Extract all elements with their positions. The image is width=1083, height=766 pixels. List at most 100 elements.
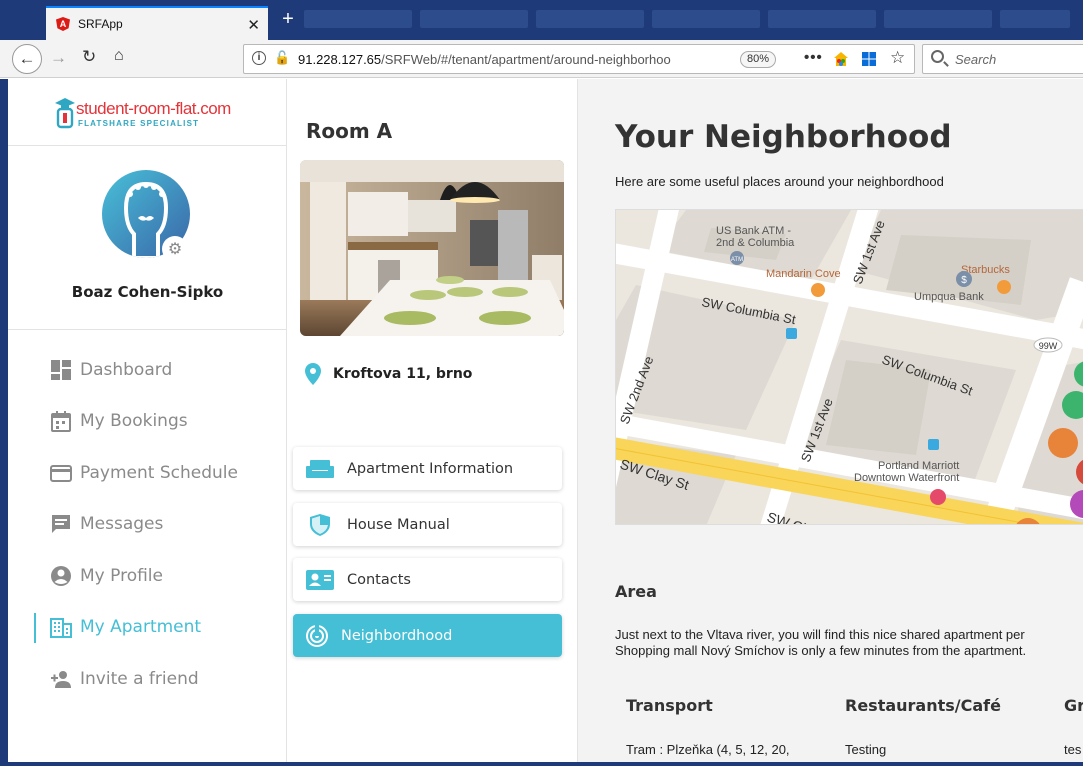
background-tab[interactable] bbox=[1000, 10, 1070, 28]
transport-value: Tram : Plzeňka (4, 5, 12, 20, bbox=[626, 742, 790, 757]
background-tab[interactable] bbox=[768, 10, 876, 28]
card-label: House Manual bbox=[347, 516, 450, 533]
search-placeholder: Search bbox=[955, 52, 997, 67]
page-title: Your Neighborhood bbox=[615, 119, 952, 155]
shield-icon bbox=[305, 513, 335, 537]
area-description: Just next to the Vltava river, you will … bbox=[615, 627, 1083, 659]
sidebar-item-label: Payment Schedule bbox=[80, 462, 238, 483]
transport-header: Transport bbox=[626, 696, 713, 715]
area-text-line: Shopping mall Nový Smíchov is only a few… bbox=[615, 643, 1027, 658]
neighborhood-map[interactable]: SW Columbia St SW Columbia St SW 2nd Ave… bbox=[615, 209, 1083, 525]
sidebar-item-label: My Bookings bbox=[80, 411, 188, 432]
background-tab[interactable] bbox=[536, 10, 644, 28]
sidebar-item-label: My Profile bbox=[80, 565, 163, 586]
window-border bbox=[0, 762, 1083, 766]
apartment-information-button[interactable]: Apartment Information bbox=[293, 447, 562, 490]
map-label: US Bank ATM - bbox=[716, 225, 791, 237]
forward-icon[interactable]: → bbox=[50, 48, 67, 68]
apartment-address: Kroftova 11, brno bbox=[305, 363, 472, 385]
brand-name: student-room-flat.com bbox=[76, 99, 231, 118]
sidebar-item-my-apartment[interactable]: My Apartment bbox=[8, 602, 286, 654]
extension-icon[interactable] bbox=[833, 51, 849, 67]
building-icon bbox=[50, 616, 72, 639]
bookmark-star-icon[interactable]: ☆ bbox=[890, 48, 905, 68]
sidebar-menu: Dashboard My Bookings Payment Schedule M… bbox=[8, 330, 286, 705]
info-icon[interactable]: i bbox=[252, 51, 266, 65]
sidebar-item-label: Invite a friend bbox=[80, 668, 199, 689]
room-title: Room A bbox=[306, 119, 393, 143]
close-tab-icon[interactable]: ✕ bbox=[247, 16, 260, 34]
profile-section: ⚙ Boaz Cohen-Sipko bbox=[8, 146, 286, 330]
background-tab[interactable] bbox=[420, 10, 528, 28]
card-label: Neighbordhood bbox=[341, 627, 453, 644]
sidebar-item-label: My Apartment bbox=[80, 617, 202, 638]
contacts-button[interactable]: Contacts bbox=[293, 558, 562, 601]
map-label: 2nd & Columbia bbox=[716, 237, 795, 249]
map-label: Mandarin Cove bbox=[766, 268, 841, 280]
credit-card-icon bbox=[50, 462, 72, 484]
search-icon bbox=[931, 50, 944, 63]
map-label: Downtown Waterfront bbox=[854, 472, 959, 484]
sofa-icon bbox=[305, 457, 335, 481]
sidebar-item-payment-schedule[interactable]: Payment Schedule bbox=[8, 447, 286, 499]
neighborhood-button[interactable]: Neighbordhood bbox=[293, 614, 562, 657]
insecure-lock-icon[interactable]: 🔓 bbox=[274, 50, 290, 66]
logo[interactable]: student-room-flat.com FLATSHARE SPECIALI… bbox=[8, 79, 286, 146]
user-icon bbox=[50, 565, 72, 587]
house-manual-button[interactable]: House Manual bbox=[293, 503, 562, 546]
settings-gear-icon[interactable]: ⚙ bbox=[162, 236, 188, 262]
dashboard-icon bbox=[50, 359, 72, 381]
area-text-line: Just next to the Vltava river, you will … bbox=[615, 627, 1025, 642]
window-border bbox=[0, 79, 8, 766]
card-label: Contacts bbox=[347, 571, 411, 588]
svg-text:$: $ bbox=[961, 275, 967, 286]
background-tab[interactable] bbox=[884, 10, 992, 28]
restaurants-header: Restaurants/Café bbox=[845, 696, 1001, 715]
browser-navbar: ← → ↻ ⌂ i 🔓 91.228.127.65/SRFWeb/#/tenan… bbox=[0, 40, 1083, 78]
background-tab[interactable] bbox=[652, 10, 760, 28]
apartment-panel: Room A Kroftova 11, brno Apartment Infor… bbox=[287, 79, 578, 762]
groceries-value: tes bbox=[1064, 742, 1082, 757]
tab-title: SRFApp bbox=[78, 17, 123, 31]
message-icon bbox=[50, 513, 72, 535]
room-photo[interactable] bbox=[300, 160, 564, 336]
sidebar-item-label: Dashboard bbox=[80, 359, 173, 380]
svg-text:ATM: ATM bbox=[731, 257, 743, 263]
calendar-icon bbox=[50, 410, 72, 433]
radar-icon bbox=[305, 624, 329, 648]
contact-card-icon bbox=[305, 568, 335, 592]
sidebar-item-invite-friend[interactable]: Invite a friend bbox=[8, 653, 286, 705]
windows-icon[interactable] bbox=[861, 51, 877, 67]
new-tab-icon[interactable]: + bbox=[278, 9, 298, 29]
groceries-header: Gr bbox=[1064, 696, 1083, 715]
app-root: student-room-flat.com FLATSHARE SPECIALI… bbox=[0, 79, 1083, 766]
url-text[interactable]: 91.228.127.65/SRFWeb/#/tenant/apartment/… bbox=[298, 52, 708, 67]
sidebar-item-messages[interactable]: Messages bbox=[8, 499, 286, 551]
zoom-badge[interactable]: 80% bbox=[740, 51, 777, 68]
brand-tagline: FLATSHARE SPECIALIST bbox=[78, 119, 200, 128]
reload-icon[interactable]: ↻ bbox=[82, 47, 96, 67]
browser-search-input[interactable]: Search bbox=[922, 44, 1083, 74]
student-logo-icon bbox=[55, 98, 75, 129]
background-tab[interactable] bbox=[304, 10, 412, 28]
svg-text:99W: 99W bbox=[1039, 341, 1058, 351]
address-bar[interactable]: i 🔓 91.228.127.65/SRFWeb/#/tenant/apartm… bbox=[243, 44, 915, 74]
sidebar: student-room-flat.com FLATSHARE SPECIALI… bbox=[8, 79, 287, 762]
home-icon[interactable]: ⌂ bbox=[114, 47, 124, 65]
browser-tab[interactable]: A SRFApp ✕ bbox=[46, 6, 268, 40]
restaurants-value: Testing bbox=[845, 742, 887, 757]
page-subtitle: Here are some useful places around your … bbox=[615, 174, 944, 189]
map-label: Umpqua Bank bbox=[914, 291, 984, 303]
card-label: Apartment Information bbox=[347, 460, 514, 477]
sidebar-item-my-profile[interactable]: My Profile bbox=[8, 550, 286, 602]
add-person-icon bbox=[50, 668, 72, 690]
map-label: Portland Marriott bbox=[878, 460, 959, 472]
sidebar-item-my-bookings[interactable]: My Bookings bbox=[8, 396, 286, 448]
browser-titlebar: A SRFApp ✕ + bbox=[0, 0, 1083, 40]
address-text: Kroftova 11, brno bbox=[333, 366, 473, 382]
sidebar-item-dashboard[interactable]: Dashboard bbox=[8, 344, 286, 396]
location-pin-icon bbox=[305, 363, 321, 385]
main-content: Your Neighborhood Here are some useful p… bbox=[578, 79, 1083, 762]
page-actions-icon[interactable]: ••• bbox=[804, 49, 823, 66]
back-icon[interactable]: ← bbox=[12, 44, 42, 74]
